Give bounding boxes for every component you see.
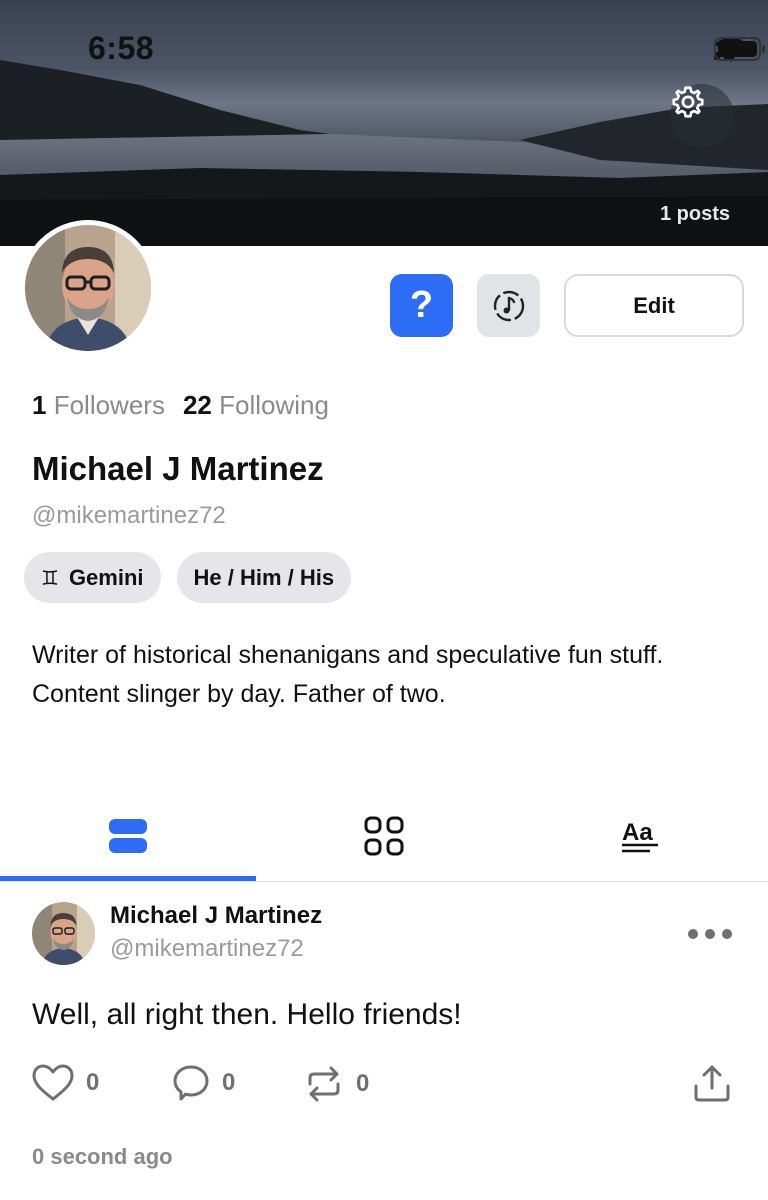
more-options-icon[interactable] xyxy=(688,924,738,944)
question-button[interactable]: ? xyxy=(390,274,453,337)
profile-chips: ♊ Gemini He / Him / His xyxy=(24,552,352,603)
post-timestamp: 0 second ago xyxy=(32,1144,173,1169)
repost-button[interactable]: 0 xyxy=(304,1064,369,1104)
post-text: Well, all right then. Hello friends! xyxy=(32,998,462,1031)
avatar-image xyxy=(25,225,151,351)
pronouns-chip[interactable]: He / Him / His xyxy=(176,552,352,603)
pronouns-label: He / Him / His xyxy=(193,564,335,590)
profile-display-name: Michael J Martinez xyxy=(32,450,324,487)
post-author-name[interactable]: Michael J Martinez xyxy=(110,902,322,930)
text-posts-icon: Aa xyxy=(622,819,658,853)
like-button[interactable]: 0 xyxy=(32,1064,99,1102)
posts-count: 1 posts xyxy=(659,203,730,225)
active-tab-indicator xyxy=(0,876,256,881)
cover-photo: 6:58 1 posts xyxy=(0,0,768,246)
profile-handle: @mikemartinez72 xyxy=(32,502,226,529)
tab-text[interactable]: Aa xyxy=(512,790,768,882)
profile-tabs: Aa xyxy=(0,790,768,882)
repost-icon xyxy=(308,1066,340,1102)
zodiac-label: Gemini xyxy=(68,564,144,590)
settings-button[interactable] xyxy=(670,84,734,148)
following-link[interactable]: 22 Following xyxy=(183,390,329,421)
edit-profile-button[interactable]: Edit xyxy=(564,274,744,337)
gemini-icon: ♊ xyxy=(41,565,59,590)
following-label: Following xyxy=(219,390,329,420)
list-view-icon xyxy=(109,819,147,853)
svg-text:Aa: Aa xyxy=(622,819,653,846)
profile-avatar[interactable] xyxy=(20,220,156,356)
avatar-image xyxy=(32,902,95,965)
tab-grid[interactable] xyxy=(256,790,512,882)
comment-icon xyxy=(173,1065,209,1101)
repost-count: 0 xyxy=(356,1070,370,1097)
like-count: 0 xyxy=(86,1069,100,1096)
profile-bio: Writer of historical shenanigans and spe… xyxy=(32,641,664,708)
music-button[interactable] xyxy=(477,274,540,337)
share-button[interactable] xyxy=(692,1064,732,1109)
gear-icon xyxy=(672,86,704,118)
follow-stats: 1 Followers 22 Following xyxy=(32,390,329,421)
following-count: 22 xyxy=(182,390,212,420)
battery-icon xyxy=(714,37,765,61)
followers-count: 1 xyxy=(32,390,47,420)
status-time: 6:58 xyxy=(88,30,155,66)
heart-icon xyxy=(32,1064,74,1101)
comment-count: 0 xyxy=(222,1069,236,1096)
comment-button[interactable]: 0 xyxy=(172,1064,235,1102)
grid-view-icon xyxy=(364,816,404,856)
post-author-avatar[interactable] xyxy=(32,902,95,965)
followers-link[interactable]: 1 Followers xyxy=(32,390,165,421)
tab-list[interactable] xyxy=(0,790,256,882)
post-author-handle: @mikemartinez72 xyxy=(110,935,304,962)
music-note-icon xyxy=(493,290,524,321)
share-icon xyxy=(694,1065,730,1102)
zodiac-chip[interactable]: ♊ Gemini xyxy=(24,552,161,603)
followers-label: Followers xyxy=(53,390,165,420)
